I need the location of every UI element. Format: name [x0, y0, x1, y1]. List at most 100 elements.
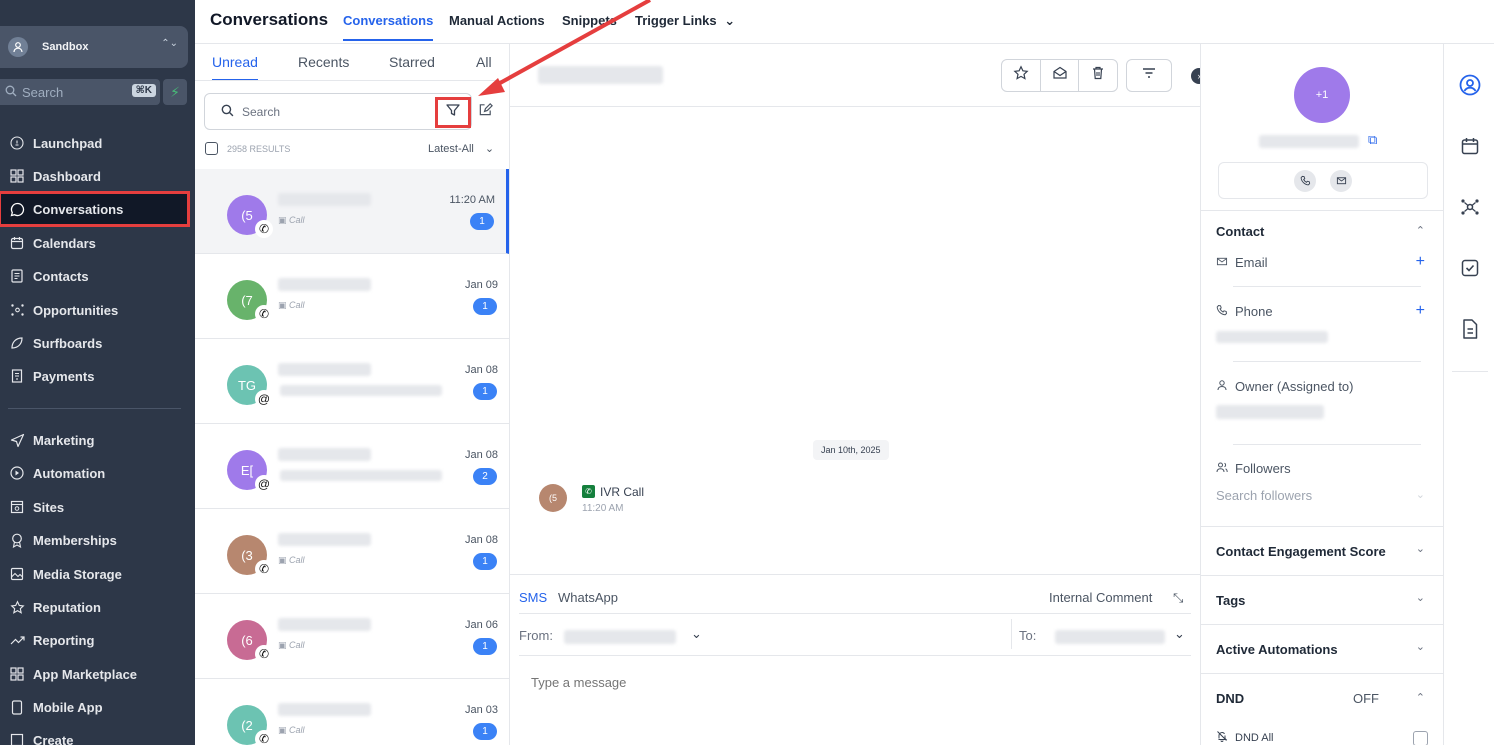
engagement-section-title[interactable]: Contact Engagement Score — [1216, 544, 1386, 559]
phone-badge-icon: ✆ — [255, 560, 273, 578]
chevron-down-icon[interactable]: ⌄ — [691, 626, 702, 642]
phone-icon[interactable] — [1294, 169, 1316, 192]
mark-read-button[interactable] — [1041, 60, 1080, 91]
call-icon: ▣ — [278, 555, 290, 565]
opportunities-icon[interactable] — [1458, 195, 1482, 219]
sort-label: Latest-All — [428, 143, 474, 155]
star-button[interactable] — [1002, 60, 1041, 91]
followers-search[interactable]: Search followers — [1216, 488, 1312, 503]
chevron-down-icon[interactable]: ⌄ — [1416, 640, 1425, 653]
automations-section-title[interactable]: Active Automations — [1216, 642, 1338, 657]
tab-snippets[interactable]: Snippets — [562, 13, 617, 28]
select-all-checkbox[interactable] — [205, 142, 218, 155]
message-input[interactable] — [531, 675, 931, 690]
to-number-redacted[interactable] — [1055, 630, 1165, 644]
tab-conversations[interactable]: Conversations — [343, 13, 434, 41]
channel-text: Call — [289, 725, 305, 735]
sidebar-item-reputation[interactable]: Reputation — [0, 591, 188, 623]
search-placeholder: Search — [242, 104, 281, 119]
task-icon[interactable] — [1458, 256, 1482, 280]
sort-dropdown[interactable]: Latest-All ⌄ — [428, 142, 494, 155]
owner-value-redacted[interactable] — [1216, 405, 1324, 419]
internal-comment-toggle[interactable]: Internal Comment — [1049, 590, 1152, 605]
chevron-down-icon[interactable]: ⌄ — [1416, 542, 1425, 555]
dnd-section-title[interactable]: DND — [1216, 691, 1244, 706]
phone-badge-icon: ✆ — [255, 305, 273, 323]
tab-sms[interactable]: SMS — [519, 590, 547, 605]
star-icon — [8, 599, 26, 615]
sidebar-item-mobile-app[interactable]: Mobile App — [0, 691, 188, 723]
sidebar-item-label: Dashboard — [33, 168, 101, 184]
conversation-date: Jan 08 — [464, 364, 498, 376]
tab-recents[interactable]: Recents — [298, 54, 349, 70]
quick-action-bolt-icon[interactable]: ⚡ — [163, 79, 187, 105]
contact-details-icon[interactable] — [1458, 73, 1482, 97]
compose-button[interactable] — [476, 102, 494, 122]
conversation-row[interactable]: (2 ✆ ▣ Call Jan 03 1 — [195, 679, 509, 745]
edit-icon — [478, 102, 493, 122]
thread-filter-button[interactable] — [1126, 59, 1172, 92]
tags-section-title[interactable]: Tags — [1216, 593, 1245, 608]
unread-count-badge: 1 — [473, 383, 497, 400]
sidebar-search-placeholder: Search — [22, 84, 64, 100]
sidebar-item-dashboard[interactable]: Dashboard — [0, 160, 188, 192]
message-type[interactable]: IVR Call — [600, 485, 644, 499]
sidebar-item-media-storage[interactable]: Media Storage — [0, 558, 188, 590]
conversation-row[interactable]: (7 ✆ ▣ Call Jan 09 1 — [195, 254, 509, 339]
sidebar-item-contacts[interactable]: Contacts — [0, 260, 188, 292]
contact-name-redacted — [278, 703, 371, 716]
conversation-row[interactable]: (6 ✆ ▣ Call Jan 06 1 — [195, 594, 509, 679]
sidebar-search[interactable]: Search ⌘K — [0, 79, 160, 105]
conversation-row[interactable]: E[@ Jan 08 2 — [195, 424, 509, 509]
tab-manual-actions[interactable]: Manual Actions — [449, 13, 545, 28]
phone-badge-icon: ✆ — [255, 730, 273, 745]
tab-all[interactable]: All — [476, 54, 492, 70]
sidebar-item-reporting[interactable]: Reporting — [0, 624, 188, 656]
sidebar-item-payments[interactable]: Payments — [0, 360, 188, 392]
sidebar-item-automation[interactable]: Automation — [0, 457, 188, 489]
chevron-down-icon[interactable]: ⌄ — [1416, 488, 1425, 501]
mail-icon[interactable] — [1330, 169, 1352, 192]
external-link-icon[interactable]: ⧉ — [1368, 132, 1377, 148]
filter-icon — [445, 102, 461, 123]
search-icon — [221, 104, 234, 120]
sidebar-item-opportunities[interactable]: Opportunities — [0, 294, 188, 326]
tab-whatsapp[interactable]: WhatsApp — [558, 590, 618, 605]
chevron-up-icon[interactable]: ⌃ — [1416, 691, 1425, 704]
calendar-icon[interactable] — [1458, 134, 1482, 158]
collapse-icon[interactable]: ⤡ — [1173, 590, 1183, 606]
sidebar-item-label: Opportunities — [33, 302, 119, 318]
notes-icon[interactable] — [1458, 317, 1482, 341]
sidebar-item-memberships[interactable]: Memberships — [0, 524, 188, 556]
from-number-redacted[interactable] — [564, 630, 676, 644]
conversation-row[interactable]: TG @ Jan 08 1 — [195, 339, 509, 424]
apps-icon — [8, 667, 26, 681]
chevron-up-icon[interactable]: ⌃ — [1416, 224, 1425, 237]
sidebar-item-sites[interactable]: Sites — [0, 491, 188, 523]
add-phone-button[interactable]: + — [1416, 302, 1425, 320]
delete-button[interactable] — [1079, 60, 1117, 91]
sidebar-item-app-marketplace[interactable]: App Marketplace — [0, 658, 188, 690]
add-email-button[interactable]: + — [1416, 253, 1425, 271]
filter-button[interactable] — [435, 97, 471, 128]
payments-icon — [8, 369, 26, 383]
sidebar-item-conversations[interactable]: Conversations — [0, 191, 190, 227]
chevron-down-icon[interactable]: ⌄ — [1174, 626, 1185, 642]
tab-unread[interactable]: Unread — [212, 54, 258, 81]
account-switcher[interactable]: Sandbox ⌃⌄ — [0, 26, 188, 68]
conversation-row[interactable]: (5 ✆ ▣ Call 11:20 AM 1 — [195, 169, 509, 254]
sidebar-item-surfboards[interactable]: Surfboards — [0, 327, 188, 359]
conversation-thread: › Jan 10th, 2025 (5 ✆ IVR Call 11:20 AM … — [510, 44, 1207, 745]
grid-icon — [8, 169, 26, 183]
contact-section-title[interactable]: Contact — [1216, 224, 1264, 239]
sidebar-item-launchpad[interactable]: Launchpad — [0, 127, 188, 159]
tab-trigger-links[interactable]: Trigger Links ⌄ — [635, 13, 735, 29]
sidebar-item-calendars[interactable]: Calendars — [0, 227, 188, 259]
conversation-row[interactable]: (3 ✆ ▣ Call Jan 08 1 — [195, 509, 509, 594]
tab-starred[interactable]: Starred — [389, 54, 435, 70]
chevron-down-icon[interactable]: ⌄ — [1416, 591, 1425, 604]
dnd-all-checkbox[interactable] — [1413, 731, 1428, 745]
sidebar-item-create[interactable]: Create — [0, 724, 188, 745]
conversation-search-input[interactable]: Search — [204, 93, 472, 130]
sidebar-item-marketing[interactable]: Marketing — [0, 424, 188, 456]
